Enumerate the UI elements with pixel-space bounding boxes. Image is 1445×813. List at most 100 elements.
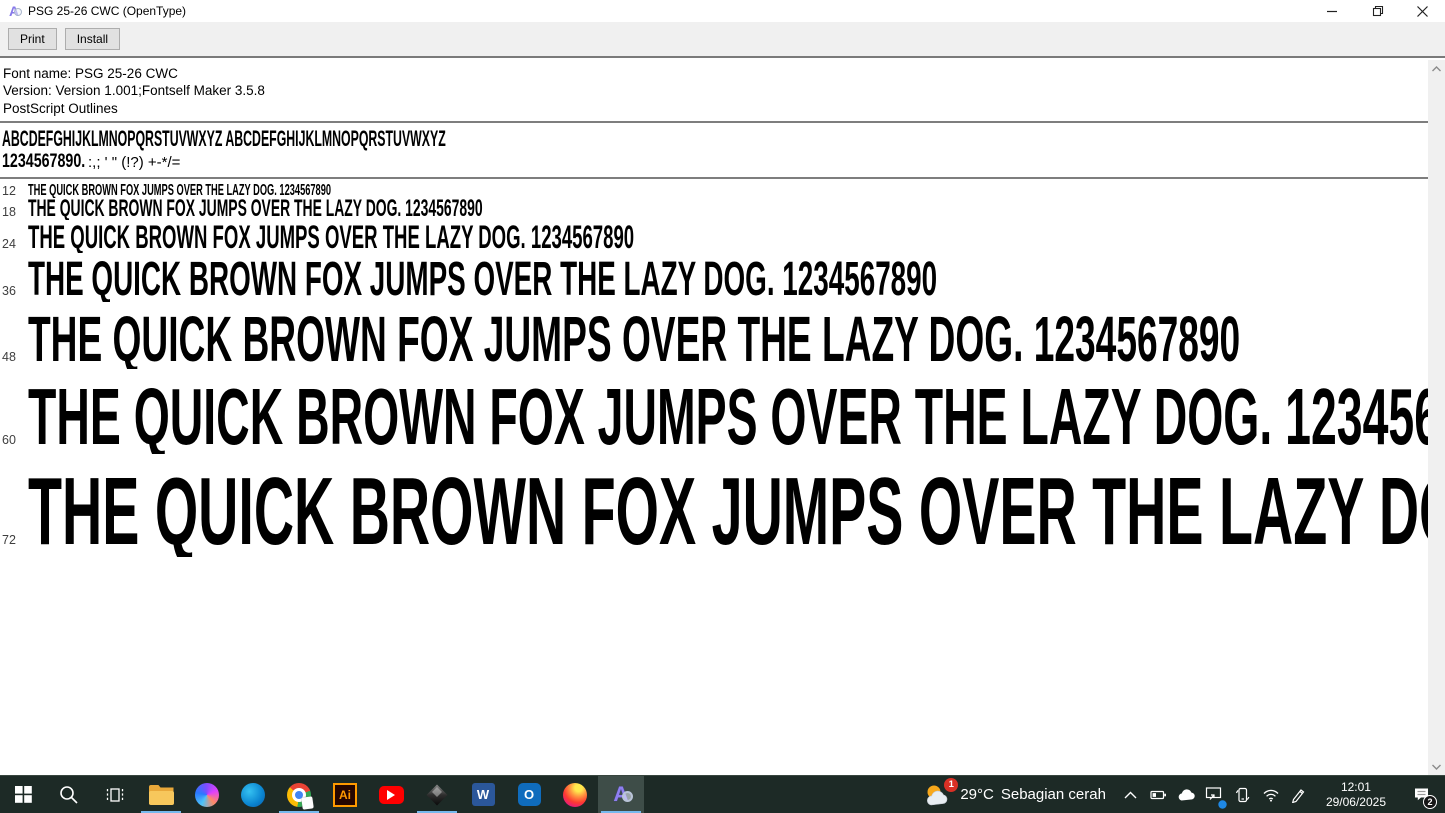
phone-link-status[interactable]: [1231, 780, 1255, 810]
task-view-icon: [106, 787, 124, 802]
notification-center-button[interactable]: 2: [1401, 776, 1441, 813]
minimize-icon: [1327, 10, 1337, 12]
pen-icon: [1292, 789, 1305, 803]
alphabet-sample-line: ABCDEFGHIJKLMNOPQRSTUVWXYZ ABCDEFGHIJKLM…: [2, 125, 446, 151]
font-outline-line: PostScript Outlines: [3, 100, 118, 116]
size-label: 24: [2, 237, 16, 252]
chrome-overlay-note: [301, 795, 314, 810]
restore-icon: [1372, 5, 1383, 17]
toolbar: Print Install: [0, 22, 1445, 58]
battery-icon: [1150, 790, 1167, 799]
preview-row-72: 72 THE QUICK BROWN FOX JUMPS OVER THE LA…: [0, 467, 1428, 557]
pangram-sample: THE QUICK BROWN FOX JUMPS OVER THE LAZY …: [28, 197, 483, 221]
firefox-icon: [563, 782, 587, 807]
pangram-sample: THE QUICK BROWN FOX JUMPS OVER THE LAZY …: [28, 256, 938, 302]
taskbar-app-youtube[interactable]: [368, 776, 414, 813]
font-name-line: Font name: PSG 25-26 CWC: [3, 66, 178, 81]
taskbar-clock[interactable]: 12:01 29/06/2025: [1318, 780, 1394, 810]
wifi-icon: [1263, 789, 1279, 802]
copilot-icon: [195, 782, 219, 807]
weather-icon: 1: [923, 777, 959, 808]
onedrive-status[interactable]: [1175, 780, 1199, 810]
vertical-scrollbar[interactable]: [1428, 60, 1445, 775]
preview-row-24: 24 THE QUICK BROWN FOX JUMPS OVER THE LA…: [0, 222, 1428, 252]
taskbar-app-illustrator[interactable]: Ai: [322, 776, 368, 813]
title-bar: A PSG 25-26 CWC (OpenType): [0, 0, 1445, 22]
taskbar-app-firefox[interactable]: [552, 776, 598, 813]
cast-display-status[interactable]: [1203, 780, 1227, 810]
file-explorer-icon: [148, 784, 174, 805]
font-viewer-app-icon: A: [6, 3, 22, 19]
taskbar-app-outlook[interactable]: O: [506, 776, 552, 813]
tray-expand-button[interactable]: [1119, 780, 1143, 810]
phone-icon: [1236, 787, 1250, 802]
preview-row-12: 12 THE QUICK BROWN FOX JUMPS OVER THE LA…: [0, 183, 1428, 198]
task-view-button[interactable]: [92, 776, 138, 813]
scroll-down-arrow[interactable]: [1428, 758, 1445, 775]
weather-temp: 29°C: [960, 786, 994, 803]
system-tray: [1119, 780, 1311, 810]
windows-ink-status[interactable]: [1287, 780, 1311, 810]
search-icon: [60, 785, 78, 804]
size-label: 18: [2, 204, 16, 219]
taskbar-app-chrome[interactable]: [276, 776, 322, 813]
pangram-sample: THE QUICK BROWN FOX JUMPS OVER THE LAZY …: [28, 467, 1428, 558]
font-preview-pane: Font name: PSG 25-26 CWC Version: Versio…: [0, 60, 1445, 775]
install-button[interactable]: Install: [64, 28, 121, 50]
size-label: 60: [2, 432, 16, 447]
taskbar-app-font-viewer[interactable]: A: [598, 776, 644, 813]
weather-condition: Sebagian cerah: [1000, 786, 1106, 803]
preview-row-48: 48 THE QUICK BROWN FOX JUMPS OVER THE LA…: [0, 309, 1428, 369]
windows-logo-icon: [14, 786, 32, 803]
pangram-sample: THE QUICK BROWN FOX JUMPS OVER THE LAZY …: [28, 222, 635, 253]
preview-row-18: 18 THE QUICK BROWN FOX JUMPS OVER THE LA…: [0, 198, 1428, 221]
outlook-icon: O: [517, 783, 541, 806]
taskbar-app-copilot[interactable]: [184, 776, 230, 813]
close-button[interactable]: [1400, 0, 1445, 22]
taskbar-search-button[interactable]: [46, 776, 92, 813]
word-icon: W: [471, 783, 495, 806]
chevron-up-icon: [1124, 791, 1137, 798]
scroll-up-arrow[interactable]: [1428, 60, 1445, 77]
taskbar-app-file-explorer[interactable]: [138, 776, 184, 813]
inkscape-icon: [426, 784, 448, 805]
size-label: 36: [2, 283, 16, 298]
taskbar-app-inkscape[interactable]: [414, 776, 460, 813]
chevron-up-icon: [1432, 65, 1441, 71]
weather-badge: 1: [944, 777, 959, 792]
minimize-button[interactable]: [1310, 0, 1355, 22]
close-icon: [1417, 5, 1428, 17]
taskbar-app-edge[interactable]: [230, 776, 276, 813]
numerals-punctuation: :,; ' " (!?) +-*/=: [88, 153, 181, 171]
battery-status[interactable]: [1147, 780, 1171, 810]
taskbar: Ai W O A 1 29°C Sebagian cerah 12:01 29/…: [0, 775, 1445, 813]
font-version-line: Version: Version 1.001;Fontself Maker 3.…: [3, 83, 265, 99]
preview-row-60: 60 THE QUICK BROWN FOX JUMPS OVER THE LA…: [0, 379, 1428, 454]
restore-button[interactable]: [1355, 0, 1400, 22]
window-title: PSG 25-26 CWC (OpenType): [28, 4, 187, 18]
section-divider: [0, 120, 1428, 123]
edge-icon: [241, 782, 265, 807]
print-button[interactable]: Print: [8, 28, 57, 50]
preview-row-36: 36 THE QUICK BROWN FOX JUMPS OVER THE LA…: [0, 257, 1428, 302]
numerals-sample-line: 1234567890. :,; ' " (!?) +-*/=: [2, 151, 1428, 173]
size-preview-rows: 12 THE QUICK BROWN FOX JUMPS OVER THE LA…: [0, 179, 1428, 557]
wifi-status[interactable]: [1259, 780, 1283, 810]
pangram-sample: THE QUICK BROWN FOX JUMPS OVER THE LAZY …: [28, 378, 1428, 454]
start-button[interactable]: [0, 776, 46, 813]
weather-widget[interactable]: 1 29°C Sebagian cerah: [917, 777, 1112, 808]
size-label: 48: [2, 349, 16, 364]
notification-count-badge: 2: [1423, 794, 1437, 809]
size-label: 72: [2, 533, 16, 547]
cast-badge-dot: [1218, 799, 1227, 809]
pangram-sample: THE QUICK BROWN FOX JUMPS OVER THE LAZY …: [28, 308, 1241, 369]
clock-time: 12:01: [1340, 779, 1371, 794]
pangram-sample: THE QUICK BROWN FOX JUMPS OVER THE LAZY …: [28, 182, 332, 198]
font-viewer-icon: A: [609, 783, 633, 807]
numerals-bold: 1234567890.: [2, 150, 86, 172]
taskbar-app-word[interactable]: W: [460, 776, 506, 813]
chrome-icon: [287, 782, 314, 810]
cloud-icon: [1179, 788, 1196, 800]
illustrator-icon: Ai: [333, 782, 357, 807]
clock-date: 29/06/2025: [1325, 794, 1386, 809]
